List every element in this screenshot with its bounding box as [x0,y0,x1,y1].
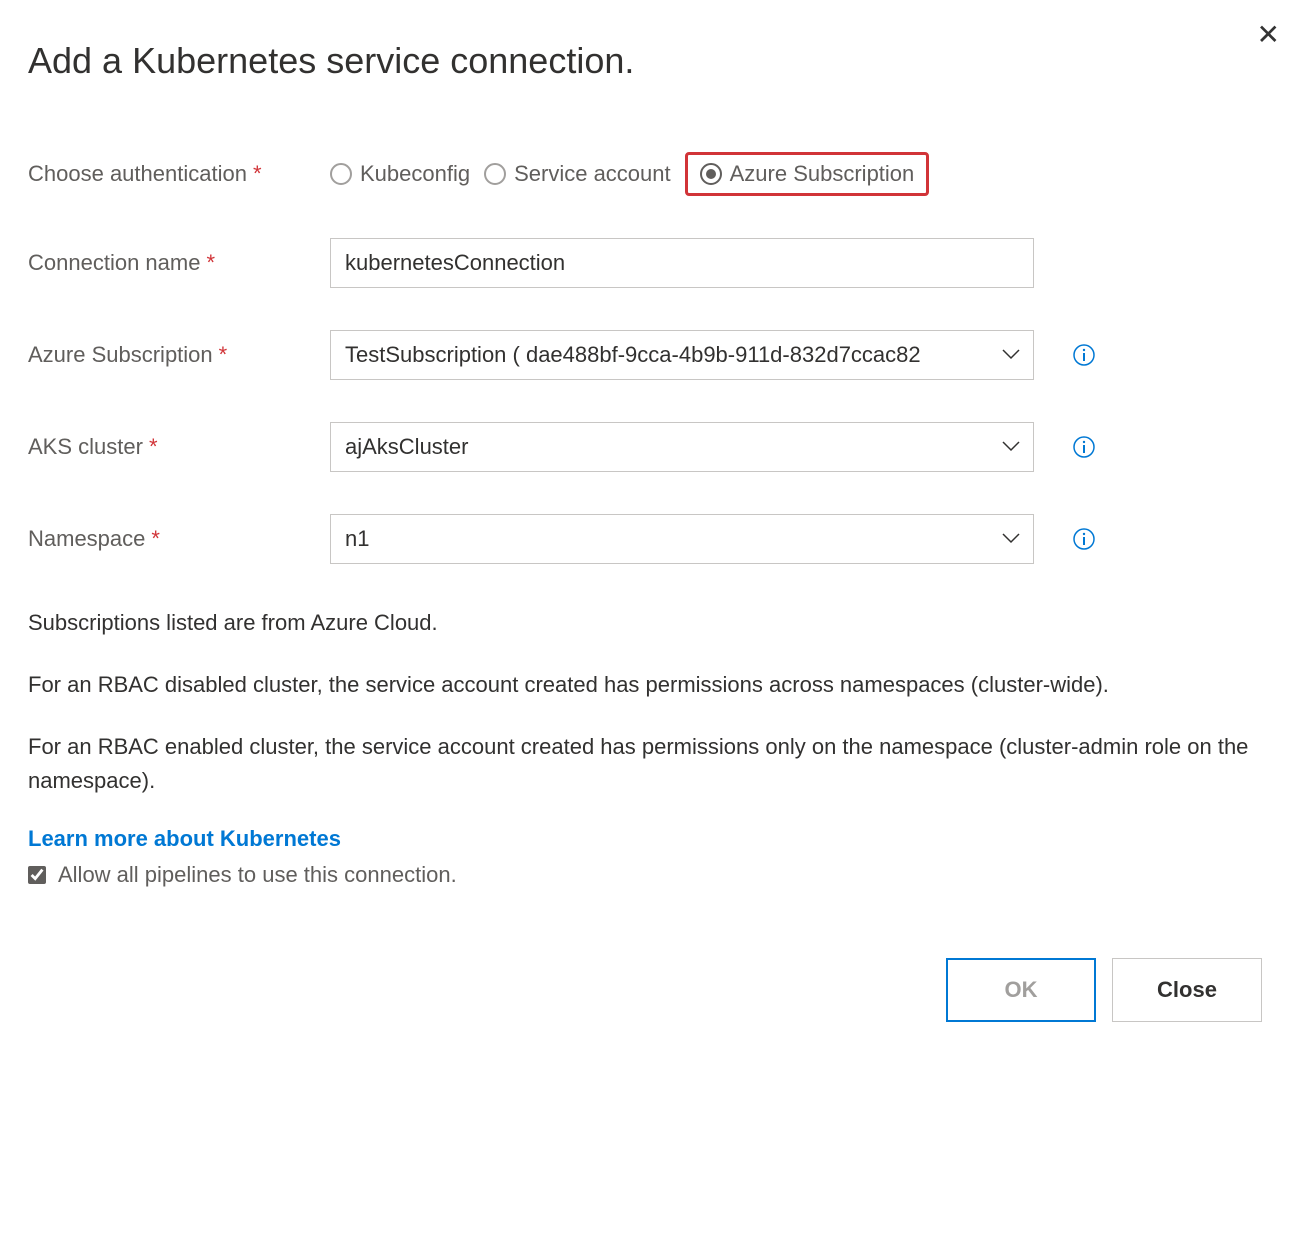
radio-service-account-label: Service account [514,161,671,187]
info-line-2: For an RBAC disabled cluster, the servic… [28,668,1272,702]
namespace-label-text: Namespace [28,526,145,552]
aks-cluster-row: AKS cluster * ajAksCluster [28,422,1272,472]
radio-icon [484,163,506,185]
required-marker: * [149,434,158,460]
ok-button[interactable]: OK [946,958,1096,1022]
auth-label-text: Choose authentication [28,161,247,187]
namespace-label: Namespace * [28,526,330,552]
allow-pipelines-label: Allow all pipelines to use this connecti… [58,862,457,888]
required-marker: * [206,250,215,276]
aks-cluster-label-text: AKS cluster [28,434,143,460]
azure-subscription-value: TestSubscription ( dae488bf-9cca-4b9b-91… [345,342,921,368]
button-row: OK Close [28,958,1272,1022]
radio-kubeconfig[interactable]: Kubeconfig [330,161,470,187]
close-icon[interactable]: ✕ [1257,18,1280,51]
connection-name-row: Connection name * [28,238,1272,288]
close-button[interactable]: Close [1112,958,1262,1022]
namespace-dropdown[interactable]: n1 [330,514,1034,564]
learn-more-link[interactable]: Learn more about Kubernetes [28,826,1272,852]
aks-cluster-dropdown[interactable]: ajAksCluster [330,422,1034,472]
namespace-dropdown-wrapper: n1 [330,514,1034,564]
azure-subscription-dropdown-wrapper: TestSubscription ( dae488bf-9cca-4b9b-91… [330,330,1034,380]
aks-cluster-label: AKS cluster * [28,434,330,460]
radio-icon [700,163,722,185]
auth-label: Choose authentication * [28,161,330,187]
info-icon[interactable] [1072,527,1096,551]
info-icon[interactable] [1072,343,1096,367]
connection-name-label: Connection name * [28,250,330,276]
info-text: Subscriptions listed are from Azure Clou… [28,606,1272,798]
info-icon[interactable] [1072,435,1096,459]
allow-pipelines-row: Allow all pipelines to use this connecti… [28,862,1272,888]
auth-row: Choose authentication * Kubeconfig Servi… [28,152,1272,196]
required-marker: * [253,161,262,187]
azure-subscription-label-text: Azure Subscription [28,342,213,368]
namespace-value: n1 [345,526,369,552]
info-line-1: Subscriptions listed are from Azure Clou… [28,606,1272,640]
radio-azure-label: Azure Subscription [730,161,915,187]
connection-name-input[interactable] [330,238,1034,288]
required-marker: * [219,342,228,368]
auth-radio-group: Kubeconfig Service account Azure Subscri… [330,152,929,196]
radio-service-account[interactable]: Service account [484,161,671,187]
radio-icon [330,163,352,185]
radio-kubeconfig-label: Kubeconfig [360,161,470,187]
allow-pipelines-checkbox[interactable] [28,866,46,884]
required-marker: * [151,526,160,552]
aks-cluster-value: ajAksCluster [345,434,468,460]
azure-subscription-row: Azure Subscription * TestSubscription ( … [28,330,1272,380]
info-line-3: For an RBAC enabled cluster, the service… [28,730,1272,798]
azure-subscription-label: Azure Subscription * [28,342,330,368]
aks-cluster-dropdown-wrapper: ajAksCluster [330,422,1034,472]
dialog-title: Add a Kubernetes service connection. [28,40,1272,82]
radio-azure-subscription[interactable]: Azure Subscription [700,161,915,187]
connection-name-label-text: Connection name [28,250,200,276]
namespace-row: Namespace * n1 [28,514,1272,564]
radio-azure-highlight: Azure Subscription [685,152,930,196]
azure-subscription-dropdown[interactable]: TestSubscription ( dae488bf-9cca-4b9b-91… [330,330,1034,380]
